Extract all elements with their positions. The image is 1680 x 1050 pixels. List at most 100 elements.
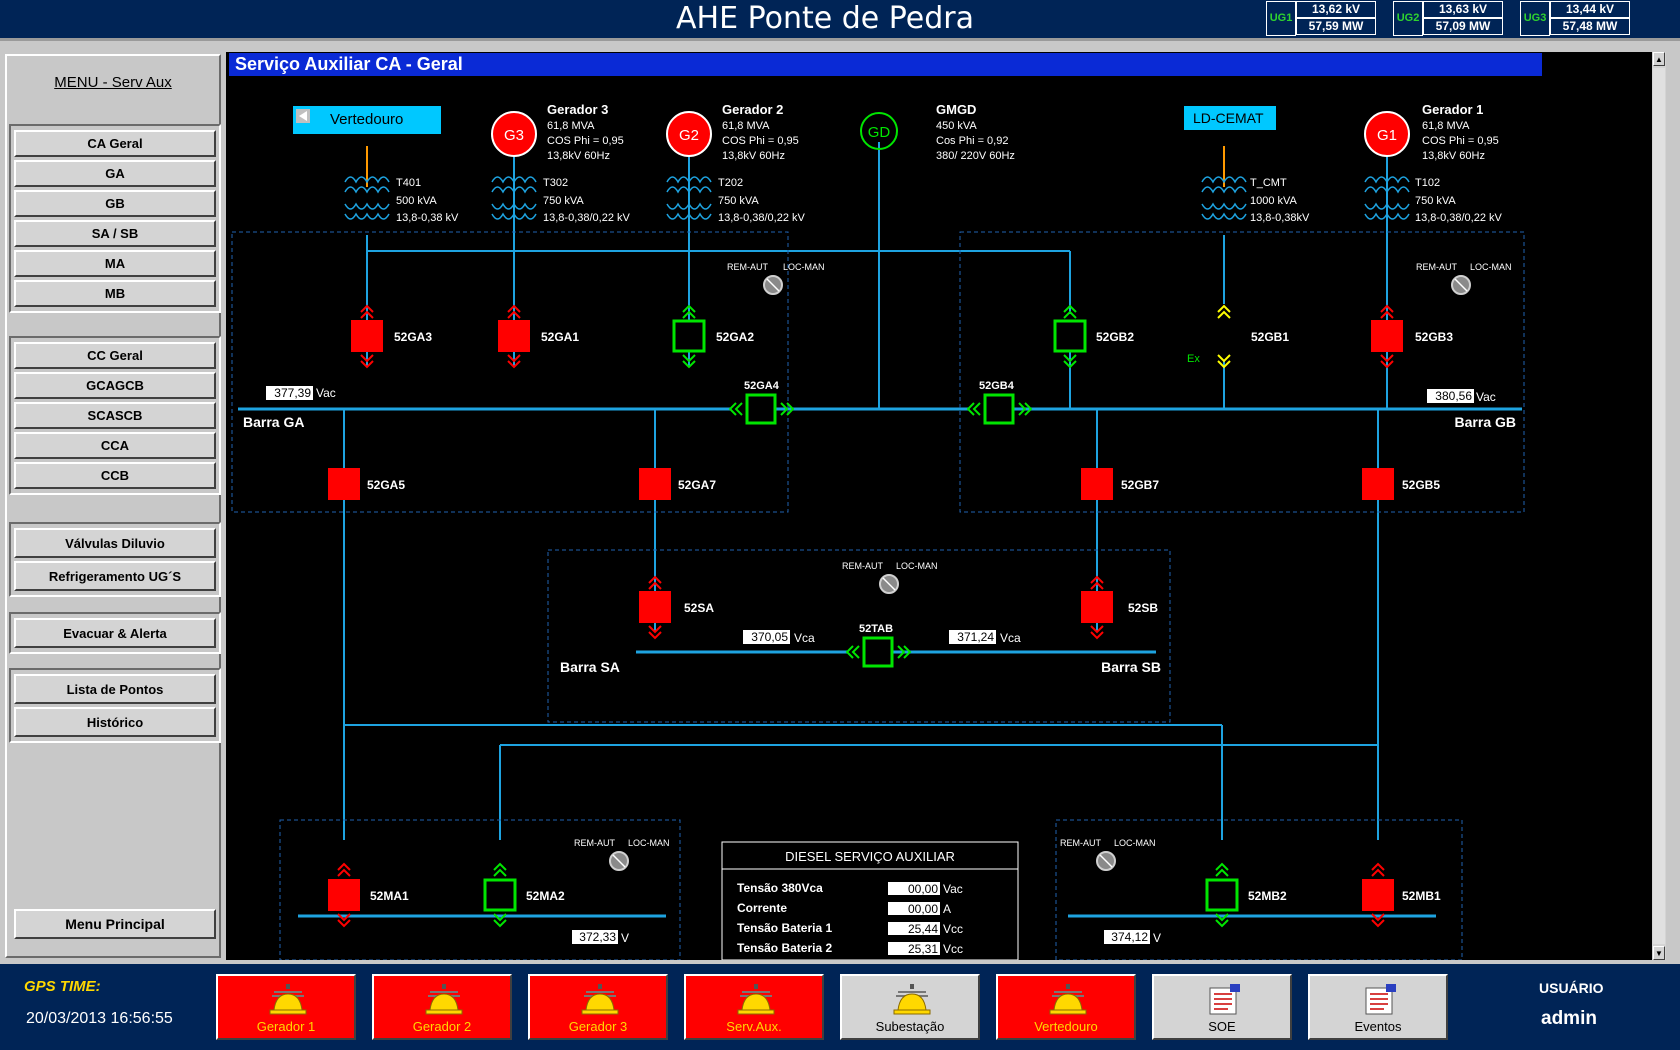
breaker-52gb2[interactable]: 52GB2	[1053, 304, 1134, 369]
menu-btn-evacuar-alerta[interactable]: Evacuar & Alerta	[14, 618, 216, 648]
t401-ratio: 13,8-0,38 kV	[396, 212, 459, 224]
t202-ratio: 13,8-0,38/0,22 kV	[718, 212, 806, 224]
menu-btn-gcagcb[interactable]: GCAGCB	[14, 372, 216, 399]
generator-g3[interactable]: G3	[491, 111, 537, 157]
alarm-button-serv-aux[interactable]: Serv.Aux.	[684, 974, 824, 1040]
breaker-52gb2-label: 52GB2	[1096, 330, 1134, 344]
menu-btn-cc-geral[interactable]: CC Geral	[14, 342, 216, 369]
vertical-scrollbar[interactable]: ▲ ▼	[1652, 52, 1666, 960]
t202-kva: 750 kVA	[718, 195, 759, 207]
g3-name: Gerador 3	[547, 102, 608, 117]
gd-symbol: GD	[868, 124, 891, 141]
ld-cemat-label: LD-CEMAT	[1193, 110, 1264, 126]
ug2-label: UG2	[1393, 1, 1423, 36]
barra-sa-label: Barra SA	[560, 659, 620, 675]
breaker-52ga7[interactable]: 52GA7	[639, 468, 716, 500]
menu-btn-scascb[interactable]: SCASCB	[14, 402, 216, 429]
menu-btn-historico[interactable]: Histórico	[14, 707, 216, 737]
barra-ma-unit: V	[621, 931, 629, 945]
alarm-bell-icon	[893, 984, 931, 1015]
menu-btn-lista-pontos[interactable]: Lista de Pontos	[14, 674, 216, 704]
mode-indicator-ma[interactable]: REM-AUT LOC-MAN	[574, 838, 670, 871]
t102-kva: 750 kVA	[1415, 195, 1456, 207]
menu-btn-gb[interactable]: GB	[14, 190, 216, 217]
g1-cosphi: COS Phi = 0,95	[1422, 135, 1499, 147]
menu-btn-ca-geral[interactable]: CA Geral	[14, 130, 216, 157]
footer-bar: GPS TIME: 20/03/2013 16:56:55 Gerador 1 …	[0, 964, 1680, 1050]
mode-indicator-mb[interactable]: REM-AUT LOC-MAN	[1060, 838, 1156, 871]
breaker-52ga1[interactable]: 52GA1	[498, 304, 579, 369]
barra-gb-voltage: 380,56	[1435, 389, 1472, 403]
barra-ga-unit: Vac	[316, 386, 336, 400]
breaker-52gb5[interactable]: 52GB5	[1362, 468, 1440, 500]
g2-name: Gerador 2	[722, 102, 783, 117]
menu-btn-valvulas-diluvio[interactable]: Válvulas Diluvio	[14, 528, 216, 558]
t302-ratio: 13,8-0,38/0,22 kV	[543, 212, 631, 224]
soe-button[interactable]: SOE	[1152, 974, 1292, 1040]
menu-btn-mb[interactable]: MB	[14, 280, 216, 307]
alarm-button-subestacao[interactable]: Subestação	[840, 974, 980, 1040]
breaker-52sa[interactable]: 52SA	[639, 575, 714, 640]
diesel-row-label-bateria2: Tensão Bateria 2	[737, 941, 832, 955]
menu-btn-refrigeramento[interactable]: Refrigeramento UG´S	[14, 561, 216, 591]
breaker-52gb4[interactable]: 52GB4	[966, 380, 1033, 425]
alarm-bell-icon	[425, 984, 463, 1015]
barra-mb-unit: V	[1153, 931, 1161, 945]
breaker-52sb-label: 52SB	[1128, 601, 1158, 615]
breaker-52sb[interactable]: 52SB	[1081, 575, 1158, 640]
gmgd-voltage: 380/ 220V 60Hz	[936, 150, 1015, 162]
ld-cemat-source[interactable]: LD-CEMAT	[1184, 106, 1276, 130]
mode-indicator-ga[interactable]: REM-AUT LOC-MAN	[727, 262, 825, 295]
breaker-52gb7[interactable]: 52GB7	[1081, 468, 1159, 500]
diesel-row-label-tensao380: Tensão 380Vca	[737, 881, 823, 895]
header-separator	[0, 38, 1680, 41]
menu-btn-ma[interactable]: MA	[14, 250, 216, 277]
mode-indicator-sasb[interactable]: REM-AUT LOC-MAN	[842, 561, 938, 594]
ug2-kv: 13,63 kV	[1423, 1, 1503, 18]
barra-gb-unit: Vac	[1476, 390, 1496, 404]
ug1-mw: 57,59 MW	[1296, 18, 1376, 35]
scroll-thumb[interactable]	[1653, 68, 1665, 944]
g2-voltage: 13,8kV 60Hz	[722, 150, 785, 162]
alarm-button-gerador-2[interactable]: Gerador 2	[372, 974, 512, 1040]
breaker-52ga3[interactable]: 52GA3	[351, 304, 432, 369]
menu-btn-sa-sb[interactable]: SA / SB	[14, 220, 216, 247]
event-list-icon	[1209, 984, 1240, 1015]
alarm-button-gerador-3[interactable]: Gerador 3	[528, 974, 668, 1040]
scroll-down-icon[interactable]: ▼	[1653, 946, 1665, 960]
vertedouro-source[interactable]: Vertedouro	[293, 106, 441, 134]
breaker-52tab[interactable]: 52TAB	[845, 623, 912, 668]
diesel-row-unit-tensao380: Vac	[943, 882, 963, 896]
breaker-52ga2-label: 52GA2	[716, 330, 754, 344]
breaker-52ga5[interactable]: 52GA5	[328, 468, 405, 500]
diesel-row-unit-bateria2: Vcc	[943, 942, 963, 956]
g3-cosphi: COS Phi = 0,95	[547, 135, 624, 147]
gps-time-label: GPS TIME:	[24, 978, 101, 995]
menu-btn-ccb[interactable]: CCB	[14, 462, 216, 489]
generator-g2[interactable]: G2	[666, 111, 712, 157]
breaker-52gb3[interactable]: 52GB3	[1371, 304, 1453, 369]
menu-btn-ga[interactable]: GA	[14, 160, 216, 187]
diesel-title: DIESEL SERVIÇO AUXILIAR	[785, 849, 955, 864]
breaker-52ga4-label: 52GA4	[744, 380, 780, 392]
menu-principal-button[interactable]: Menu Principal	[14, 909, 216, 939]
breaker-52gb1[interactable]: Ex 52GB1	[1187, 304, 1289, 369]
alarm-button-gerador-1[interactable]: Gerador 1	[216, 974, 356, 1040]
generator-g1[interactable]: G1	[1364, 111, 1410, 157]
diagram-title: Serviço Auxiliar CA - Geral	[229, 53, 1542, 76]
alarm-button-serv-aux-label: Serv.Aux.	[726, 1019, 782, 1034]
breaker-52ga2[interactable]: 52GA2	[672, 304, 754, 369]
breaker-52ga4[interactable]: 52GA4	[728, 380, 795, 425]
breaker-52ma2-label: 52MA2	[526, 889, 565, 903]
eventos-button[interactable]: Eventos	[1308, 974, 1448, 1040]
scroll-up-icon[interactable]: ▲	[1653, 52, 1665, 66]
rem-aut-label-gb: REM-AUT	[1416, 262, 1457, 272]
ug2-mw: 57,09 MW	[1423, 18, 1503, 35]
breaker-52ga3-label: 52GA3	[394, 330, 432, 344]
alarm-button-vertedouro[interactable]: Vertedouro	[996, 974, 1136, 1040]
loc-man-label-ma: LOC-MAN	[628, 838, 670, 848]
mode-indicator-gb[interactable]: REM-AUT LOC-MAN	[1416, 262, 1512, 295]
breaker-52gb1-label: 52GB1	[1251, 330, 1289, 344]
menu-btn-cca[interactable]: CCA	[14, 432, 216, 459]
menu-title: MENU - Serv Aux	[54, 74, 172, 91]
